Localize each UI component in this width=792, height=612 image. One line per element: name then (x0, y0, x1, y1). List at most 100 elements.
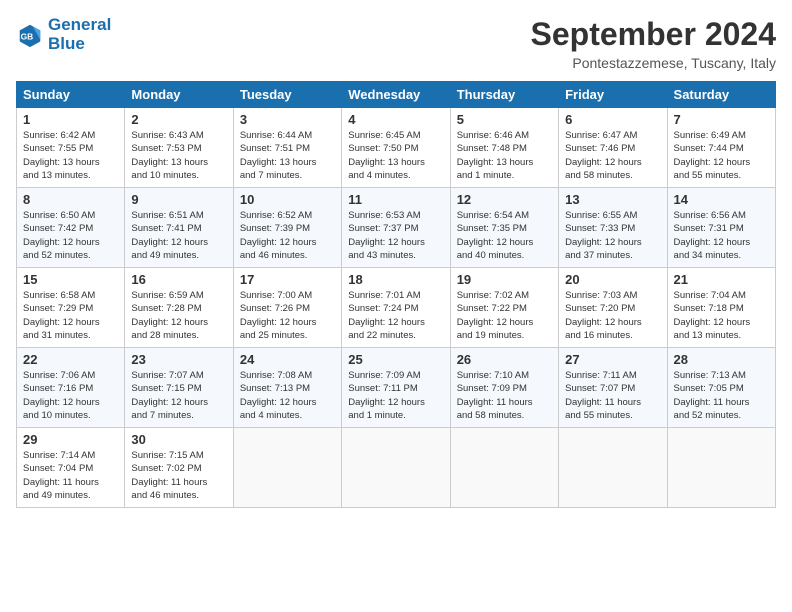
table-row (450, 428, 558, 508)
table-row: 19 Sunrise: 7:02 AM Sunset: 7:22 PM Dayli… (450, 268, 558, 348)
table-row: 22Sunrise: 7:06 AM Sunset: 7:16 PM Dayli… (17, 348, 125, 428)
day-number: 5 (457, 112, 552, 127)
day-number: 15 (23, 272, 118, 287)
day-number: 17 (240, 272, 335, 287)
header-friday: Friday (559, 82, 667, 108)
day-info: Sunrise: 7:08 AM Sunset: 7:13 PM Dayligh… (240, 369, 335, 422)
calendar-week-1: 1 Sunrise: 6:42 AM Sunset: 7:55 PM Daylig… (17, 108, 776, 188)
day-info: Sunrise: 7:03 AM Sunset: 7:20 PM Dayligh… (565, 289, 660, 342)
day-info: Sunrise: 6:53 AM Sunset: 7:37 PM Dayligh… (348, 209, 443, 262)
table-row: 9 Sunrise: 6:51 AM Sunset: 7:41 PM Daylig… (125, 188, 233, 268)
header-monday: Monday (125, 82, 233, 108)
day-number: 2 (131, 112, 226, 127)
table-row: 4 Sunrise: 6:45 AM Sunset: 7:50 PM Daylig… (342, 108, 450, 188)
calendar-week-3: 15 Sunrise: 6:58 AM Sunset: 7:29 PM Dayli… (17, 268, 776, 348)
calendar-header-row: Sunday Monday Tuesday Wednesday Thursday… (17, 82, 776, 108)
day-number: 14 (674, 192, 769, 207)
header-saturday: Saturday (667, 82, 775, 108)
month-title: September 2024 (531, 16, 776, 53)
day-info: Sunrise: 6:47 AM Sunset: 7:46 PM Dayligh… (565, 129, 660, 182)
table-row: 24Sunrise: 7:08 AM Sunset: 7:13 PM Dayli… (233, 348, 341, 428)
day-number: 8 (23, 192, 118, 207)
table-row (342, 428, 450, 508)
day-number: 25 (348, 352, 443, 367)
day-info: Sunrise: 7:11 AM Sunset: 7:07 PM Dayligh… (565, 369, 660, 422)
header-wednesday: Wednesday (342, 82, 450, 108)
table-row: 30 Sunrise: 7:15 AM Sunset: 7:02 PM Dayli… (125, 428, 233, 508)
table-row: 10 Sunrise: 6:52 AM Sunset: 7:39 PM Dayli… (233, 188, 341, 268)
day-number: 11 (348, 192, 443, 207)
day-info: Sunrise: 6:55 AM Sunset: 7:33 PM Dayligh… (565, 209, 660, 262)
day-info: Sunrise: 6:52 AM Sunset: 7:39 PM Dayligh… (240, 209, 335, 262)
day-info: Sunrise: 6:49 AM Sunset: 7:44 PM Dayligh… (674, 129, 769, 182)
day-number: 9 (131, 192, 226, 207)
table-row: 1 Sunrise: 6:42 AM Sunset: 7:55 PM Daylig… (17, 108, 125, 188)
day-info: Sunrise: 6:51 AM Sunset: 7:41 PM Dayligh… (131, 209, 226, 262)
day-info: Sunrise: 6:50 AM Sunset: 7:42 PM Dayligh… (23, 209, 118, 262)
day-number: 1 (23, 112, 118, 127)
table-row: 21Sunrise: 7:04 AM Sunset: 7:18 PM Dayli… (667, 268, 775, 348)
day-info: Sunrise: 7:14 AM Sunset: 7:04 PM Dayligh… (23, 449, 118, 502)
table-row: 23Sunrise: 7:07 AM Sunset: 7:15 PM Dayli… (125, 348, 233, 428)
day-info: Sunrise: 7:00 AM Sunset: 7:26 PM Dayligh… (240, 289, 335, 342)
day-number: 20 (565, 272, 660, 287)
day-info: Sunrise: 7:02 AM Sunset: 7:22 PM Dayligh… (457, 289, 552, 342)
day-number: 21 (674, 272, 769, 287)
day-number: 22 (23, 352, 118, 367)
table-row: 28Sunrise: 7:13 AM Sunset: 7:05 PM Dayli… (667, 348, 775, 428)
day-info: Sunrise: 6:45 AM Sunset: 7:50 PM Dayligh… (348, 129, 443, 182)
day-number: 7 (674, 112, 769, 127)
title-block: September 2024 Pontestazzemese, Tuscany,… (531, 16, 776, 71)
day-info: Sunrise: 7:10 AM Sunset: 7:09 PM Dayligh… (457, 369, 552, 422)
day-info: Sunrise: 6:44 AM Sunset: 7:51 PM Dayligh… (240, 129, 335, 182)
day-info: Sunrise: 6:54 AM Sunset: 7:35 PM Dayligh… (457, 209, 552, 262)
day-number: 29 (23, 432, 118, 447)
table-row: 2 Sunrise: 6:43 AM Sunset: 7:53 PM Daylig… (125, 108, 233, 188)
day-number: 4 (348, 112, 443, 127)
table-row (559, 428, 667, 508)
day-info: Sunrise: 6:56 AM Sunset: 7:31 PM Dayligh… (674, 209, 769, 262)
table-row: 20 Sunrise: 7:03 AM Sunset: 7:20 PM Dayli… (559, 268, 667, 348)
day-number: 26 (457, 352, 552, 367)
day-number: 12 (457, 192, 552, 207)
day-number: 3 (240, 112, 335, 127)
table-row: 5Sunrise: 6:46 AM Sunset: 7:48 PM Daylig… (450, 108, 558, 188)
table-row (667, 428, 775, 508)
day-number: 10 (240, 192, 335, 207)
day-number: 19 (457, 272, 552, 287)
location-subtitle: Pontestazzemese, Tuscany, Italy (531, 55, 776, 71)
logo-icon: GB (16, 21, 44, 49)
table-row: 8 Sunrise: 6:50 AM Sunset: 7:42 PM Daylig… (17, 188, 125, 268)
table-row: 12 Sunrise: 6:54 AM Sunset: 7:35 PM Dayli… (450, 188, 558, 268)
day-info: Sunrise: 6:58 AM Sunset: 7:29 PM Dayligh… (23, 289, 118, 342)
calendar-table: Sunday Monday Tuesday Wednesday Thursday… (16, 81, 776, 508)
day-info: Sunrise: 7:13 AM Sunset: 7:05 PM Dayligh… (674, 369, 769, 422)
calendar-week-2: 8 Sunrise: 6:50 AM Sunset: 7:42 PM Daylig… (17, 188, 776, 268)
day-number: 6 (565, 112, 660, 127)
header-tuesday: Tuesday (233, 82, 341, 108)
day-info: Sunrise: 7:09 AM Sunset: 7:11 PM Dayligh… (348, 369, 443, 422)
day-number: 27 (565, 352, 660, 367)
day-number: 30 (131, 432, 226, 447)
day-info: Sunrise: 7:01 AM Sunset: 7:24 PM Dayligh… (348, 289, 443, 342)
calendar-week-5: 29 Sunrise: 7:14 AM Sunset: 7:04 PM Dayli… (17, 428, 776, 508)
table-row: 15 Sunrise: 6:58 AM Sunset: 7:29 PM Dayli… (17, 268, 125, 348)
table-row: 17 Sunrise: 7:00 AM Sunset: 7:26 PM Dayli… (233, 268, 341, 348)
day-info: Sunrise: 6:59 AM Sunset: 7:28 PM Dayligh… (131, 289, 226, 342)
table-row (233, 428, 341, 508)
table-row: 27 Sunrise: 7:11 AM Sunset: 7:07 PM Dayli… (559, 348, 667, 428)
svg-text:GB: GB (21, 31, 34, 41)
day-info: Sunrise: 6:43 AM Sunset: 7:53 PM Dayligh… (131, 129, 226, 182)
day-info: Sunrise: 7:15 AM Sunset: 7:02 PM Dayligh… (131, 449, 226, 502)
day-number: 18 (348, 272, 443, 287)
day-number: 16 (131, 272, 226, 287)
table-row: 13Sunrise: 6:55 AM Sunset: 7:33 PM Dayli… (559, 188, 667, 268)
table-row: 11 Sunrise: 6:53 AM Sunset: 7:37 PM Dayli… (342, 188, 450, 268)
day-info: Sunrise: 7:07 AM Sunset: 7:15 PM Dayligh… (131, 369, 226, 422)
page-header: GB General Blue September 2024 Pontestaz… (16, 16, 776, 71)
calendar-week-4: 22Sunrise: 7:06 AM Sunset: 7:16 PM Dayli… (17, 348, 776, 428)
table-row: 18 Sunrise: 7:01 AM Sunset: 7:24 PM Dayli… (342, 268, 450, 348)
day-info: Sunrise: 6:42 AM Sunset: 7:55 PM Dayligh… (23, 129, 118, 182)
header-sunday: Sunday (17, 82, 125, 108)
table-row: 25 Sunrise: 7:09 AM Sunset: 7:11 PM Dayli… (342, 348, 450, 428)
